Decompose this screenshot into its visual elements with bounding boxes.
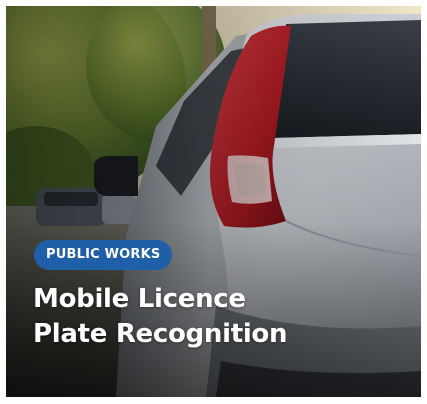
title-line-1: Mobile Licence	[33, 284, 246, 314]
article-title[interactable]: Mobile Licence Plate Recognition	[33, 282, 288, 352]
article-card[interactable]: PUBLIC WORKS Mobile Licence Plate Recogn…	[6, 6, 421, 397]
category-badge[interactable]: PUBLIC WORKS	[34, 240, 173, 270]
title-line-2: Plate Recognition	[33, 319, 288, 349]
